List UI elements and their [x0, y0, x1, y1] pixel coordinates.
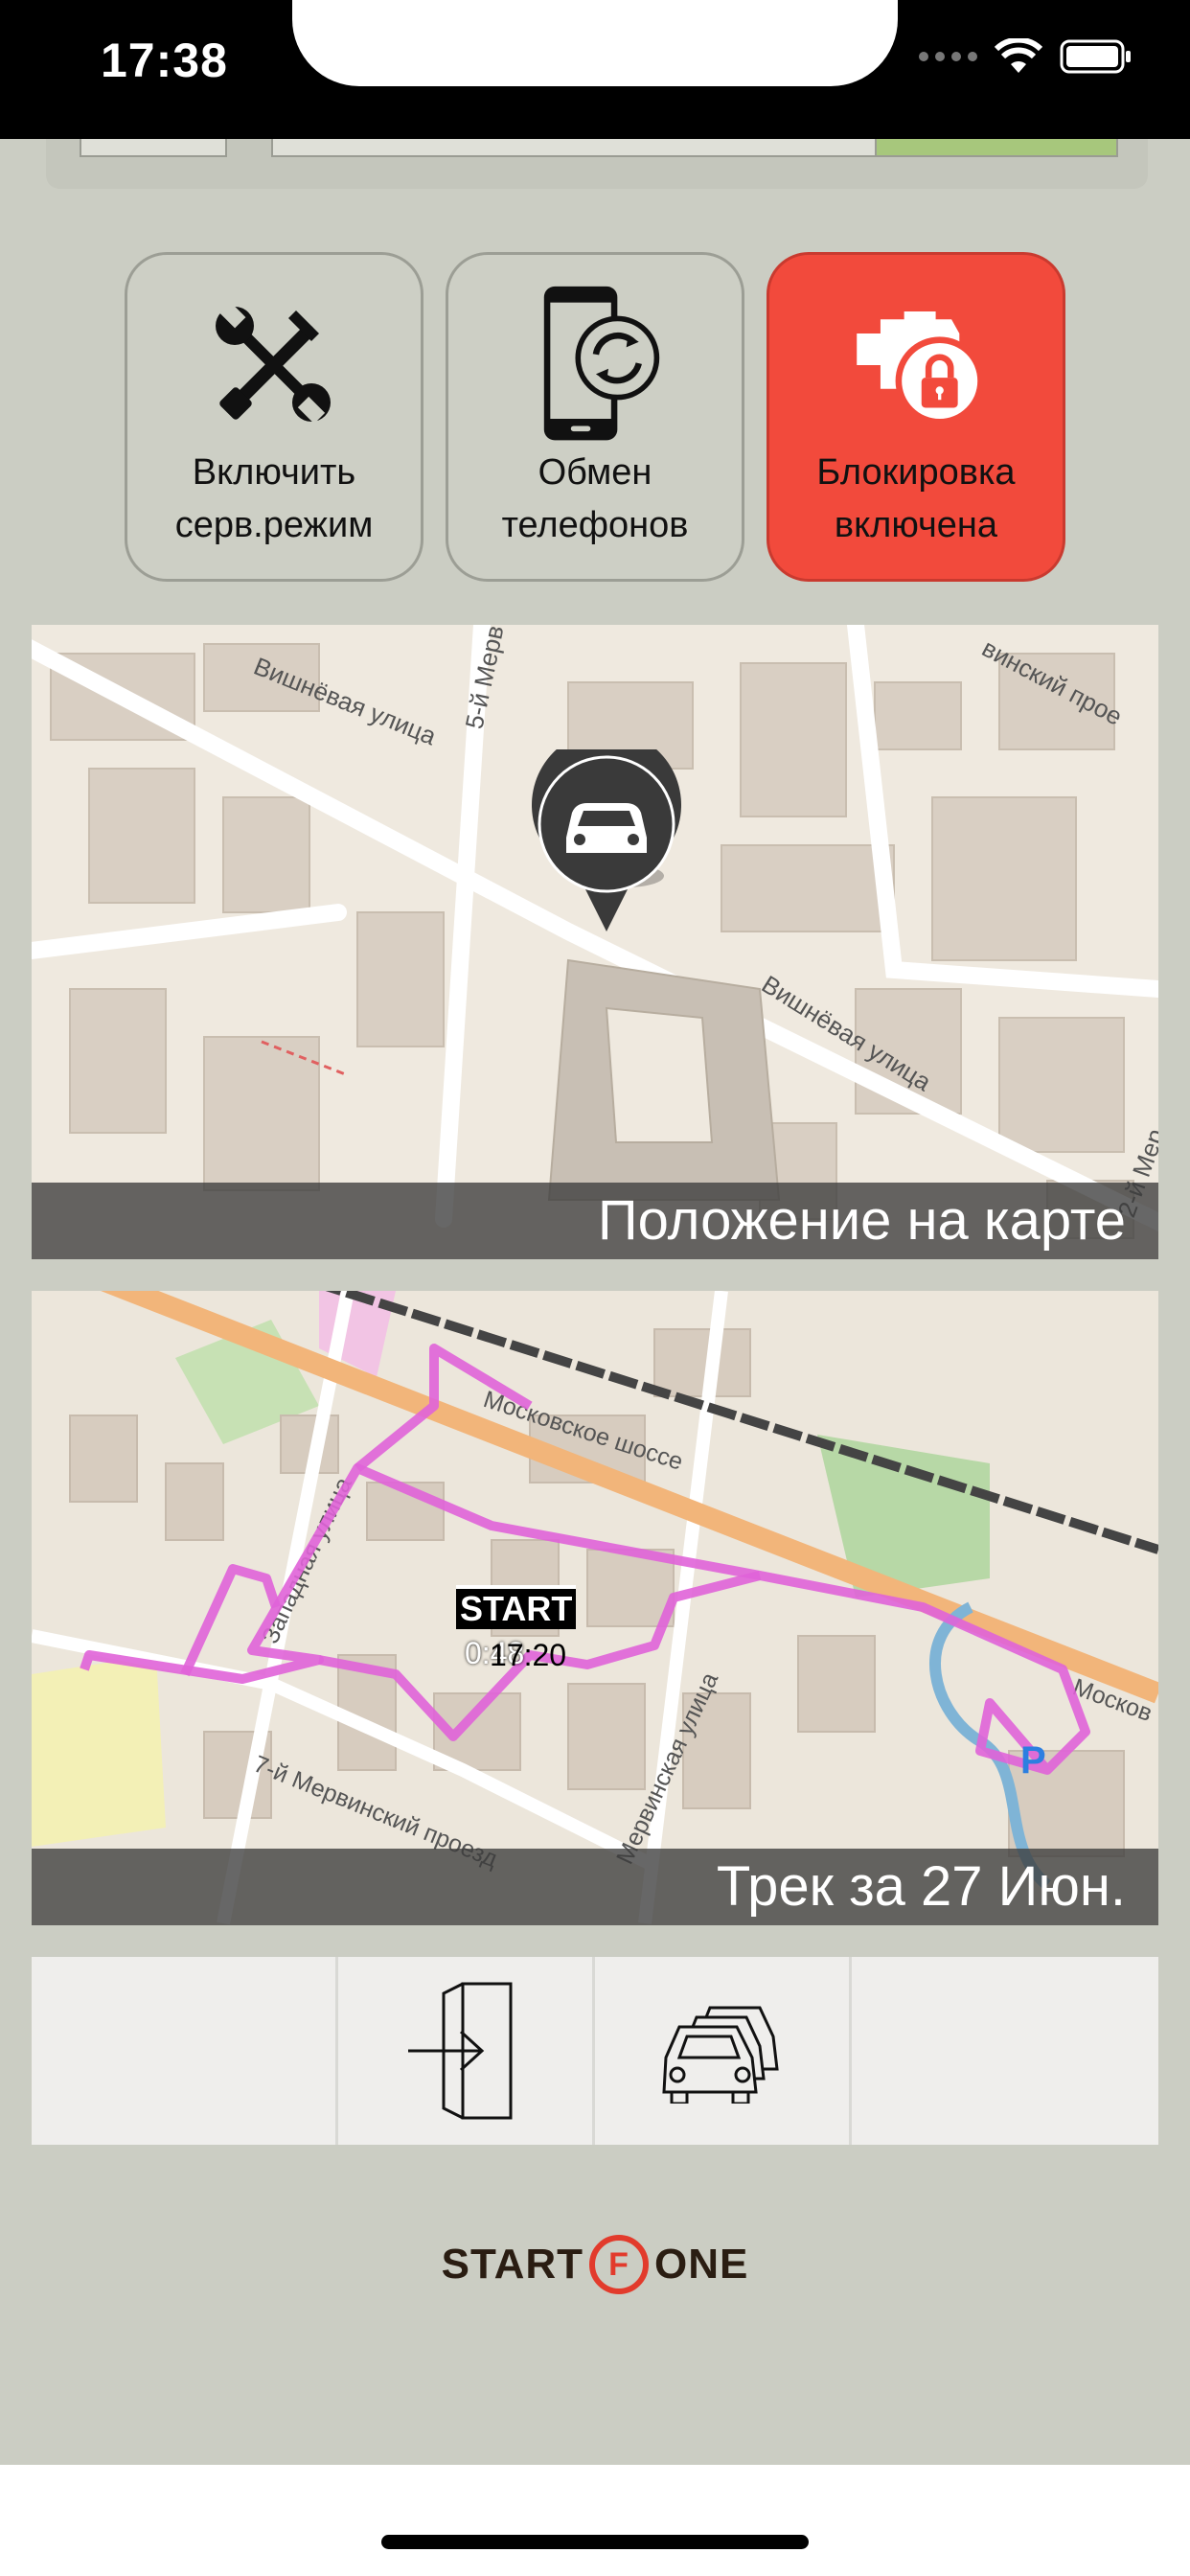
track-start-time: 17:20	[490, 1638, 567, 1672]
status-icons	[919, 38, 1133, 75]
logo-text-left: START	[441, 2241, 584, 2288]
bottom-nav	[32, 1957, 1158, 2145]
logo-ring-icon: F	[589, 2235, 650, 2294]
phone-swap-icon	[528, 286, 662, 441]
phone-swap-button[interactable]: Обмен телефонов	[446, 252, 744, 582]
parking-icon: P	[1020, 1739, 1046, 1782]
cars-button[interactable]	[595, 1957, 852, 2145]
car-location-marker-icon	[532, 749, 681, 932]
phone-swap-label: Обмен телефонов	[501, 452, 689, 545]
notch	[292, 0, 898, 86]
logo-text-right: ONE	[654, 2241, 749, 2288]
home-indicator[interactable]	[381, 2535, 809, 2549]
wrench-screwdriver-icon	[207, 293, 341, 437]
logo-ring-letter: F	[608, 2245, 629, 2283]
status-bar: 17:38	[0, 0, 1190, 139]
battery-icon	[1060, 39, 1131, 74]
top-segment-green	[875, 139, 1118, 157]
car-position-map[interactable]: Вишнёвая улица 5-й Мерв Вишнёвая улица в…	[32, 625, 1158, 1259]
track-map[interactable]: Московское шоссе Западная улица Мервинск…	[32, 1291, 1158, 1925]
nav-slot-empty	[32, 1957, 338, 2145]
engine-lock-icon	[849, 293, 983, 437]
wifi-icon	[995, 38, 1042, 73]
service-mode-label: Включить серв.режим	[174, 452, 374, 545]
engine-block-button[interactable]: Блокировка включена	[767, 252, 1065, 582]
exit-button[interactable]	[338, 1957, 595, 2145]
track-map-tiles: Московское шоссе Западная улица Мервинск…	[32, 1291, 1158, 1925]
status-time: 17:38	[101, 34, 228, 87]
service-mode-button[interactable]: Включить серв.режим	[125, 252, 423, 582]
track-start-badge: START	[456, 1585, 577, 1629]
top-segment	[80, 139, 227, 157]
top-controls-partial	[46, 139, 1148, 189]
track-caption: Трек за 27 Июн.	[32, 1849, 1158, 1925]
exit-door-icon	[407, 1982, 512, 2120]
map-tiles: Вишнёвая улица 5-й Мерв Вишнёвая улица в…	[32, 625, 1158, 1259]
nav-slot-empty	[852, 1957, 1158, 2145]
engine-block-label: Блокировка включена	[816, 452, 1016, 545]
signal-icon	[919, 52, 977, 61]
map-position-caption: Положение на карте	[32, 1183, 1158, 1259]
cars-icon	[661, 2006, 779, 2104]
top-segment	[271, 139, 888, 157]
startone-logo: START F ONE	[0, 2235, 1190, 2294]
